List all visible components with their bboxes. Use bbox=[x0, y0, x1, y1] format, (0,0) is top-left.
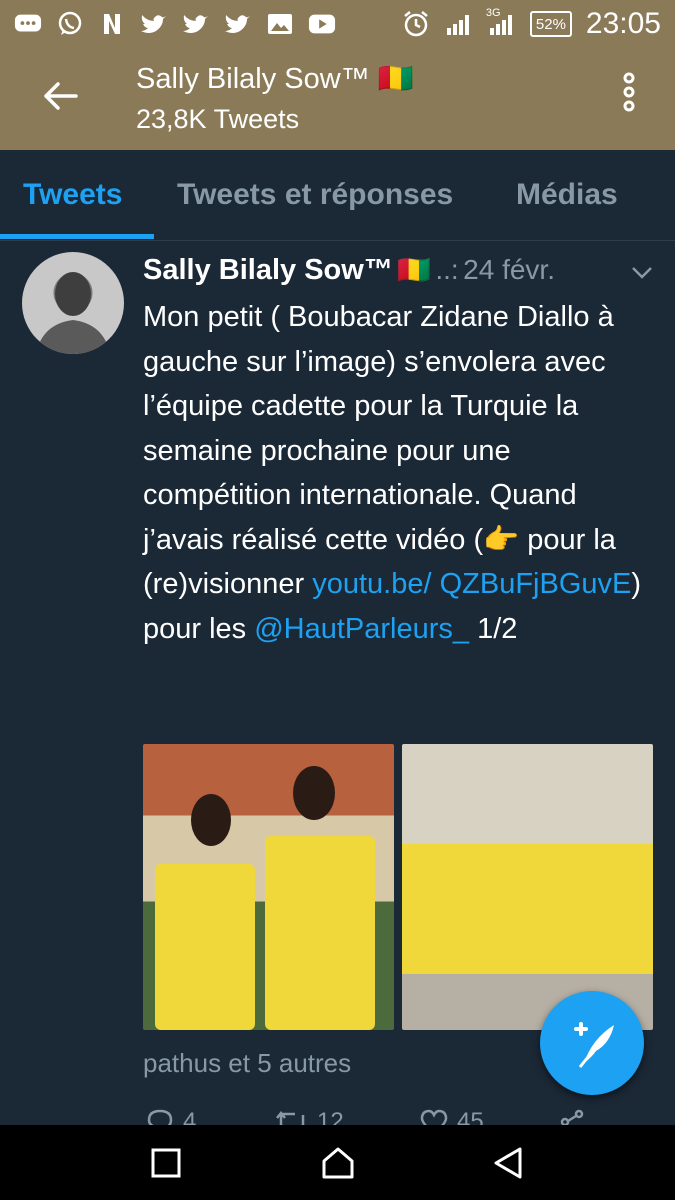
youtube-icon bbox=[308, 11, 336, 37]
tweet-header: Sally Bilaly Sow™ 🇬🇳 ..: 24 févr. bbox=[143, 254, 663, 294]
tweet-mention[interactable]: @HautParleurs_ bbox=[254, 613, 469, 645]
signal-3g-icon: 3G bbox=[486, 7, 516, 37]
home-icon[interactable] bbox=[320, 1145, 356, 1181]
profile-name: Sally Bilaly Sow™ 🇬🇳 bbox=[136, 62, 414, 96]
profile-name-text: Sally Bilaly Sow™ bbox=[136, 63, 370, 95]
more-options-icon[interactable] bbox=[612, 70, 646, 114]
tweet-image-2[interactable] bbox=[402, 744, 653, 1030]
tweet-text-part: 1/2 bbox=[469, 612, 518, 645]
player-head bbox=[293, 766, 335, 820]
tweet-link-youtube[interactable]: youtu.be/ QZBuFjBGuvE bbox=[312, 568, 631, 600]
nav-back-icon[interactable] bbox=[490, 1145, 526, 1181]
avatar[interactable] bbox=[22, 252, 124, 354]
player-figure bbox=[265, 836, 375, 1030]
tweet-author-name[interactable]: Sally Bilaly Sow™ bbox=[143, 254, 393, 286]
compose-tweet-button[interactable] bbox=[540, 991, 644, 1095]
active-tab-indicator bbox=[0, 234, 154, 239]
tweet-date: 24 févr. bbox=[463, 254, 555, 285]
tab-tweets-et-reponses[interactable]: Tweets et réponses bbox=[177, 178, 453, 212]
status-bar: 3G 52% 23:05 bbox=[0, 0, 675, 48]
netflix-icon bbox=[98, 11, 126, 37]
status-right: 3G 52% 23:05 bbox=[402, 7, 661, 41]
social-context[interactable]: pathus et 5 autres bbox=[143, 1048, 351, 1079]
notification-icons bbox=[14, 11, 336, 37]
guinea-flag-icon: 🇬🇳 bbox=[377, 63, 414, 95]
tab-tweets[interactable]: Tweets bbox=[23, 178, 122, 212]
signal-icon bbox=[444, 11, 472, 37]
tweet-count: 23,8K Tweets bbox=[136, 104, 300, 134]
twitter-icon bbox=[224, 11, 252, 37]
twitter-icon bbox=[182, 11, 210, 37]
compose-feather-icon bbox=[574, 1022, 614, 1068]
tab-medias[interactable]: Médias bbox=[516, 178, 618, 212]
alarm-icon bbox=[402, 11, 430, 37]
recent-apps-icon[interactable] bbox=[148, 1145, 184, 1181]
chevron-down-icon[interactable] bbox=[629, 260, 655, 286]
messaging-icon bbox=[14, 11, 42, 37]
clock: 23:05 bbox=[585, 7, 661, 40]
tweet-handle: ..: bbox=[435, 254, 459, 285]
guinea-flag-icon: 🇬🇳 bbox=[397, 255, 431, 285]
back-arrow-icon[interactable] bbox=[40, 76, 80, 116]
profile-tabs: Tweets Tweets et réponses Médias bbox=[0, 150, 675, 241]
battery-indicator: 52% bbox=[529, 11, 572, 37]
tweet-text: Mon petit ( Boubacar Zidane Diallo à gau… bbox=[143, 295, 663, 651]
player-head bbox=[191, 794, 231, 846]
team-group bbox=[402, 844, 653, 974]
player-figure bbox=[155, 864, 255, 1030]
tweet-text-part: Mon petit ( Boubacar Zidane Diallo à gau… bbox=[143, 301, 616, 600]
whatsapp-icon bbox=[56, 11, 84, 37]
profile-header: Sally Bilaly Sow™ 🇬🇳 23,8K Tweets bbox=[0, 48, 675, 150]
twitter-icon bbox=[140, 11, 168, 37]
tweet-image-1[interactable] bbox=[143, 744, 394, 1030]
gallery-icon bbox=[266, 11, 294, 37]
android-nav-bar bbox=[0, 1125, 675, 1200]
network-label: 3G bbox=[485, 7, 501, 19]
